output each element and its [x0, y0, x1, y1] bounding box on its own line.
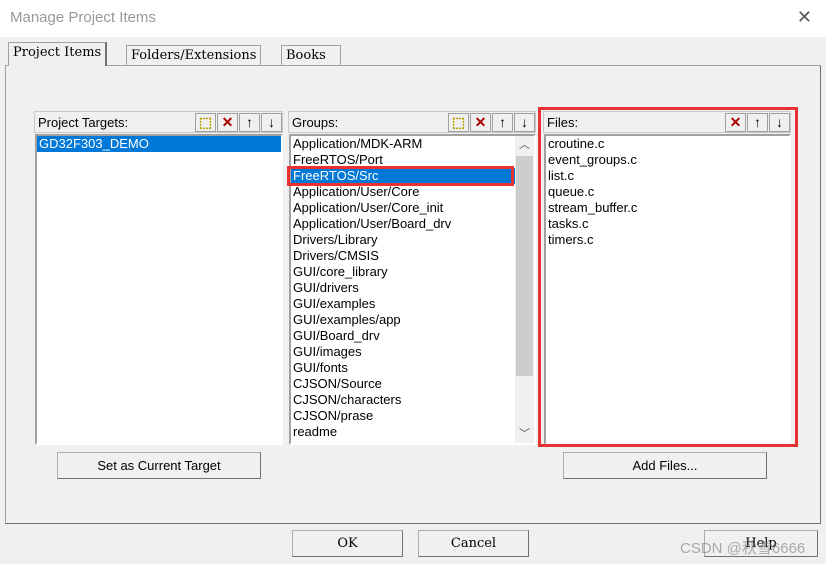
group-item[interactable]: CJSON/characters	[291, 392, 534, 408]
group-item[interactable]: GUI/fonts	[291, 360, 534, 376]
cancel-button[interactable]: Cancel	[418, 530, 529, 557]
highlight-box	[287, 166, 514, 186]
group-item[interactable]: Application/User/Core_init	[291, 200, 534, 216]
group-item[interactable]: GUI/examples/app	[291, 312, 534, 328]
tab-project-items[interactable]: Project Items	[8, 42, 108, 66]
group-item[interactable]: CJSON/prase	[291, 408, 534, 424]
group-item[interactable]: GUI/examples	[291, 296, 534, 312]
targets-label: Project Targets:	[38, 115, 129, 130]
window-title: Manage Project Items	[10, 9, 156, 26]
move-down-icon[interactable]: ↓	[261, 113, 282, 132]
group-item[interactable]: CJSON/Source	[291, 376, 534, 392]
move-down-icon[interactable]: ↓	[514, 113, 535, 132]
scroll-up-icon[interactable]: ︿	[515, 136, 534, 152]
tab-folders-extensions[interactable]: Folders/Extensions	[126, 45, 262, 65]
new-group-icon[interactable]: ⬚	[448, 113, 469, 132]
groups-header: Groups: ⬚ ✕ ↑ ↓	[288, 111, 536, 133]
group-item[interactable]: GUI/core_library	[291, 264, 534, 280]
close-icon[interactable]: ✕	[797, 7, 812, 28]
group-item[interactable]: GUI/Board_drv	[291, 328, 534, 344]
scroll-thumb[interactable]	[516, 156, 533, 376]
groups-scrollbar[interactable]: ︿ ﹀	[515, 136, 534, 443]
group-item[interactable]: GUI/drivers	[291, 280, 534, 296]
target-item[interactable]: GD32F303_DEMO	[37, 136, 281, 152]
new-target-icon[interactable]: ⬚	[195, 113, 216, 132]
title-bar: Manage Project Items ✕	[0, 0, 826, 37]
group-item[interactable]: Application/User/Core	[291, 184, 534, 200]
group-item[interactable]: Application/User/Board_drv	[291, 216, 534, 232]
move-up-icon[interactable]: ↑	[492, 113, 513, 132]
targets-list[interactable]: GD32F303_DEMO	[35, 134, 283, 445]
set-current-target-button[interactable]: Set as Current Target	[57, 452, 261, 479]
group-item[interactable]: readme	[291, 424, 534, 440]
delete-target-icon[interactable]: ✕	[217, 113, 238, 132]
group-item[interactable]: Drivers/CMSIS	[291, 248, 534, 264]
group-item[interactable]: GUI/images	[291, 344, 534, 360]
ok-button[interactable]: OK	[292, 530, 403, 557]
highlight-box	[538, 107, 798, 447]
add-files-button[interactable]: Add Files...	[563, 452, 767, 479]
group-item[interactable]: Application/MDK-ARM	[291, 136, 534, 152]
groups-label: Groups:	[292, 115, 339, 130]
watermark: CSDN @秋雪6666	[680, 540, 806, 557]
delete-group-icon[interactable]: ✕	[470, 113, 491, 132]
group-item[interactable]: Drivers/Library	[291, 232, 534, 248]
move-up-icon[interactable]: ↑	[239, 113, 260, 132]
scroll-down-icon[interactable]: ﹀	[515, 425, 534, 441]
targets-header: Project Targets: ⬚ ✕ ↑ ↓	[34, 111, 283, 133]
tab-books[interactable]: Books	[281, 45, 341, 65]
